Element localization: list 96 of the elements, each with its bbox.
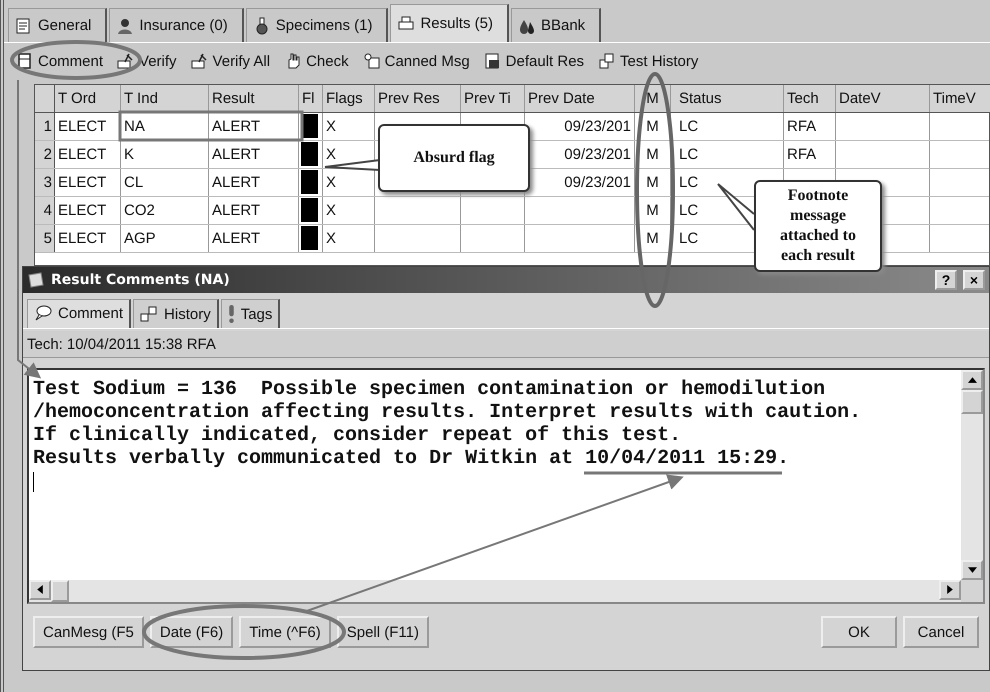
toolbar-icon (117, 52, 136, 70)
toolbar-icon (362, 52, 381, 70)
table-cell: CL (121, 169, 209, 196)
horizontal-scrollbar[interactable] (29, 580, 983, 602)
table-cell: X (323, 225, 375, 252)
dialog-button[interactable]: CanMesg (F5 (33, 616, 144, 648)
scroll-down-button[interactable] (961, 560, 983, 580)
tab[interactable]: BBank (510, 8, 602, 42)
down-arrow-icon (968, 567, 976, 573)
table-cell: ALERT (209, 113, 299, 140)
text-caret (33, 472, 34, 492)
table-cell: M (635, 113, 671, 140)
comment-line: Results verbally communicated to Dr Witkin at 10/04/2011 15:29. (33, 447, 790, 470)
right-arrow-icon (947, 585, 953, 594)
tab[interactable]: Results (5) (390, 4, 509, 42)
toolbar-button[interactable]: Canned Msg (362, 52, 470, 70)
table-cell: RFA (784, 141, 836, 168)
toolbar-icon (484, 52, 502, 70)
table-cell: ALERT (209, 225, 299, 252)
column-header[interactable]: TimeV (930, 85, 990, 112)
table-cell: ELECT (55, 113, 121, 140)
tab[interactable]: Tags (220, 299, 280, 328)
table-cell: K (121, 141, 209, 168)
toolbar-button[interactable]: Test History (598, 52, 698, 70)
toolbar-icon (598, 52, 616, 70)
toolbar-button[interactable]: Default Res (484, 52, 584, 70)
toolbar-icon (16, 52, 34, 70)
tab[interactable]: Specimens (1) (246, 8, 388, 42)
scroll-left-button[interactable] (29, 580, 51, 600)
table-cell: AGP (121, 225, 209, 252)
comment-text-area[interactable] (27, 368, 985, 604)
help-button[interactable]: ? (935, 270, 957, 290)
printer-icon (397, 14, 416, 32)
table-cell: LC (671, 141, 784, 168)
up-arrow-icon (968, 377, 976, 383)
row-number: 4 (35, 197, 55, 224)
vertical-scrollbar[interactable] (961, 370, 983, 580)
comment-line: If clinically indicated, consider repeat of this test. (33, 424, 682, 447)
table-cell: LC (671, 113, 784, 140)
table-cell: ALERT (209, 169, 299, 196)
scroll-thumb[interactable] (961, 390, 983, 414)
table-cell: RFA (784, 113, 836, 140)
table-cell: M (635, 169, 671, 196)
table-cell: X (323, 113, 375, 140)
column-header[interactable]: T Ord (55, 85, 121, 112)
column-header[interactable]: T Ind (121, 85, 209, 112)
left-arrow-icon (37, 585, 43, 594)
table-cell: M (635, 141, 671, 168)
row-number: 1 (35, 113, 55, 140)
table-cell: M (635, 225, 671, 252)
toolbar-button[interactable]: Check (284, 52, 349, 70)
dialog-button[interactable]: OK (821, 616, 897, 648)
row-number: 3 (35, 169, 55, 196)
table-cell: ELECT (55, 169, 121, 196)
table-cell: ALERT (209, 197, 299, 224)
column-header[interactable]: Tech (784, 85, 836, 112)
table-cell: ELECT (55, 141, 121, 168)
tab[interactable]: Comment (27, 299, 132, 328)
scrollbar-corner (961, 580, 983, 602)
dialog-button[interactable]: Time (^F6) (239, 616, 331, 648)
comment-line: /hemoconcentration affecting results. Interpret results with caution. (33, 401, 862, 424)
dialog-title: Result Comments (NA) (51, 272, 230, 288)
note-icon (27, 271, 45, 289)
windows-icon (140, 305, 158, 323)
table-cell: M (635, 197, 671, 224)
toolbar-button[interactable]: Comment (16, 52, 104, 70)
scroll-right-button[interactable] (939, 580, 961, 600)
tech-label: Tech: (27, 336, 63, 352)
table-cell: ELECT (55, 225, 121, 252)
callout-pointer (717, 183, 755, 231)
table-cell: CO2 (121, 197, 209, 224)
table-cell: NA (121, 113, 209, 140)
dialog-button[interactable]: Spell (F11) (336, 616, 429, 648)
comment-line: Test Sodium = 136 Possible specimen contamination or hemodilution (33, 378, 826, 401)
scroll-up-button[interactable] (961, 370, 983, 390)
speech-bubble-icon (34, 304, 52, 322)
row-number: 2 (35, 141, 55, 168)
tech-value: 10/04/2011 15:38 RFA (66, 336, 216, 352)
callout: Absurd flag (378, 124, 530, 192)
toolbar-icon (190, 52, 209, 70)
scroll-thumb[interactable] (51, 580, 69, 602)
dialog-button[interactable]: Date (F6) (150, 616, 234, 648)
callout-pointer (324, 159, 381, 171)
close-button[interactable]: × (963, 270, 985, 290)
dialog-button[interactable]: Cancel (903, 616, 979, 648)
tab[interactable]: General (8, 8, 108, 42)
toolbar-button[interactable]: Verify All (190, 52, 270, 70)
tab[interactable]: Insurance (0) (109, 8, 244, 42)
table-cell: ALERT (209, 141, 299, 168)
exclamation-icon (228, 305, 235, 323)
table-cell: ELECT (55, 197, 121, 224)
person-icon (116, 16, 134, 34)
tab[interactable]: History (133, 299, 219, 328)
table-cell: X (323, 197, 375, 224)
toolbar-button[interactable]: Verify (117, 52, 177, 70)
row-number: 5 (35, 225, 55, 252)
